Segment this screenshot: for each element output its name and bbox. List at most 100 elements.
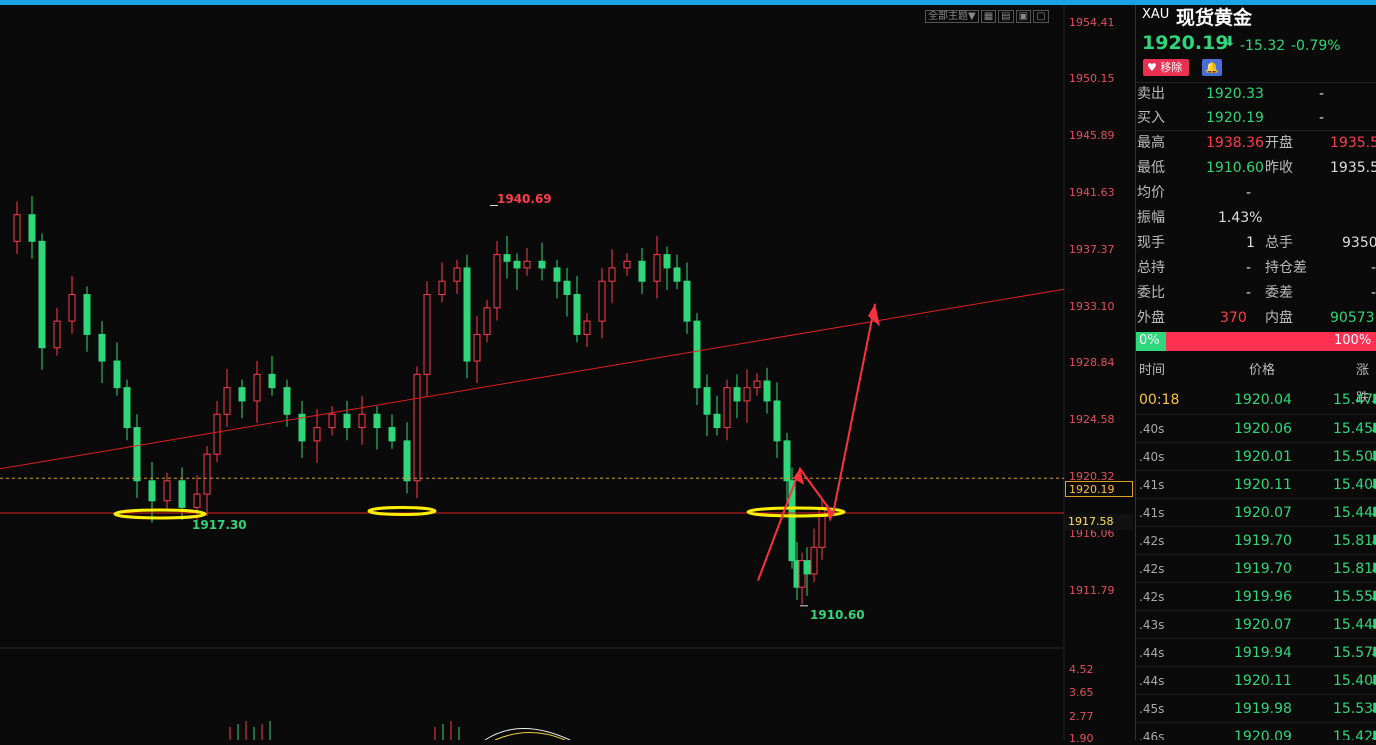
trade-row[interactable]: .45s 1919.98 15.53⬇ [1136, 694, 1376, 723]
sell-extra: - [1319, 86, 1325, 102]
candlestick-chart[interactable]: 全部主题▼ ▦ ▤ ▣ ▢ 1954.41 1950.15 1945.89 19… [0, 5, 1135, 745]
trade-price: 1920.09 [1234, 729, 1292, 740]
candle-body [743, 387, 751, 402]
down-arrow-icon: ⬇ [1224, 34, 1236, 50]
oi-row: 总持 - 持仓差 - [1136, 256, 1376, 281]
trade-row[interactable]: .40s 1920.01 15.50⬇ [1136, 442, 1376, 471]
chart-toolbar: 全部主题▼ ▦ ▤ ▣ ▢ [925, 10, 1049, 23]
candle-body [403, 440, 411, 482]
window-icon[interactable]: ▣ [1015, 10, 1032, 23]
candle-body [493, 254, 501, 309]
outer-inner-row: 外盘 370 内盘 90573 [1136, 306, 1376, 331]
buy-label: 买入 [1137, 110, 1165, 126]
down-arrow-icon: ⬇ [1369, 471, 1376, 499]
trade-time: .41s [1139, 506, 1165, 520]
candle-body [113, 360, 121, 389]
down-arrow-icon: ⬇ [1369, 527, 1376, 555]
trade-row[interactable]: .42s 1919.70 15.81⬇ [1136, 554, 1376, 583]
symbol-code: XAU [1142, 7, 1170, 22]
outer-label: 外盘 [1137, 310, 1165, 326]
trade-price: 1919.70 [1234, 561, 1292, 577]
candle-body [563, 280, 571, 296]
price-tick: 1928.84 [1069, 356, 1115, 369]
high-label: 最高 [1137, 135, 1165, 151]
buy-row: 买入 1920.19 - [1136, 106, 1376, 131]
candle-body [583, 320, 591, 335]
down-arrow-icon: ⬇ [1369, 667, 1376, 695]
trade-row[interactable]: .44s 1920.11 15.40⬇ [1136, 666, 1376, 695]
trade-row[interactable]: .41s 1920.07 15.44⬇ [1136, 498, 1376, 527]
last-price: 1920.19 [1142, 32, 1229, 54]
candle-body [673, 267, 681, 282]
chart-canvas[interactable] [0, 5, 1135, 740]
avg-value: - [1246, 185, 1252, 201]
candle-body [98, 333, 106, 362]
candle-body [423, 294, 431, 375]
sell-label: 卖出 [1137, 86, 1165, 102]
candle-body [733, 387, 741, 402]
trade-price: 1919.70 [1234, 533, 1292, 549]
trade-time: 00:18 [1139, 392, 1180, 408]
candle-body [653, 254, 661, 282]
candle-body [193, 493, 201, 508]
support-ellipse [367, 505, 437, 516]
prevclose-label: 昨收 [1265, 160, 1293, 176]
outer-ratio-label: 0% [1139, 333, 1160, 348]
candle-body [763, 380, 771, 402]
inner-ratio-label: 100% [1334, 333, 1372, 348]
trade-row[interactable]: .42s 1919.70 15.81⬇ [1136, 526, 1376, 555]
low-prevclose-row: 最低 1910.60 昨收 1935.51 [1136, 156, 1376, 181]
trade-row[interactable]: .40s 1920.06 15.45⬇ [1136, 414, 1376, 443]
price-tick: 1945.89 [1069, 129, 1115, 142]
trade-row[interactable]: .42s 1919.96 15.55⬇ [1136, 582, 1376, 611]
support-ellipse [113, 508, 207, 520]
low-value: 1910.60 [1206, 160, 1264, 176]
trade-price: 1920.06 [1234, 421, 1292, 437]
trade-time: .41s [1139, 478, 1165, 492]
price-tick: 1954.41 [1069, 16, 1115, 29]
buy-value: 1920.19 [1206, 110, 1264, 126]
symbol-name: 现货黄金 [1176, 7, 1253, 29]
indicator-tick: 1.90 [1069, 732, 1094, 745]
price-tick: 1937.37 [1069, 243, 1115, 256]
oi-chg-value: - [1371, 260, 1376, 276]
candle-body [538, 260, 546, 269]
theme-select[interactable]: 全部主题▼ [925, 10, 979, 23]
layout-icon[interactable]: ▤ [998, 10, 1014, 23]
low-annotation-left: 1917.30 [192, 518, 247, 532]
candle-body [503, 254, 511, 262]
grid-icon[interactable]: ▦ [980, 10, 997, 23]
candle-body [663, 254, 671, 269]
total-vol-label: 总手 [1265, 235, 1293, 251]
candle-body [438, 280, 446, 296]
current-price-tag: 1920.19 [1065, 481, 1133, 497]
candle-body [178, 480, 186, 508]
candle-body [163, 480, 171, 502]
candle-body [123, 387, 131, 429]
candle-body [713, 413, 721, 429]
trade-row[interactable]: 00:18 1920.04 15.47⬇ [1136, 386, 1376, 414]
restore-icon[interactable]: ▢ [1033, 10, 1049, 23]
trade-row[interactable]: .44s 1919.94 15.57⬇ [1136, 638, 1376, 667]
low-label: 最低 [1137, 160, 1165, 176]
price-tick: 1911.79 [1069, 584, 1115, 597]
trade-row[interactable]: .46s 1920.09 15.42⬇ [1136, 722, 1376, 740]
trade-change: 15.42 [1333, 729, 1374, 740]
price-tick: 1941.63 [1069, 186, 1115, 199]
amp-value: 1.43% [1218, 210, 1263, 226]
remove-label: 移除 [1160, 61, 1183, 74]
remove-favorite-button[interactable]: ♥ 移除 [1143, 59, 1189, 76]
price-tick: 1950.15 [1069, 72, 1115, 85]
indicator-tick: 3.65 [1069, 686, 1094, 699]
trend-line [0, 288, 1065, 470]
trade-row[interactable]: .41s 1920.11 15.40⬇ [1136, 470, 1376, 499]
trade-row[interactable]: .43s 1920.07 15.44⬇ [1136, 610, 1376, 639]
bell-icon[interactable]: 🔔 [1202, 59, 1222, 76]
avg-row: 均价 - [1136, 181, 1376, 206]
candle-body [553, 267, 561, 282]
down-arrow-icon: ⬇ [1369, 639, 1376, 667]
candle-body [203, 453, 211, 495]
down-arrow-icon: ⬇ [1369, 723, 1376, 740]
candle-body [373, 413, 381, 429]
avg-label: 均价 [1137, 185, 1165, 201]
